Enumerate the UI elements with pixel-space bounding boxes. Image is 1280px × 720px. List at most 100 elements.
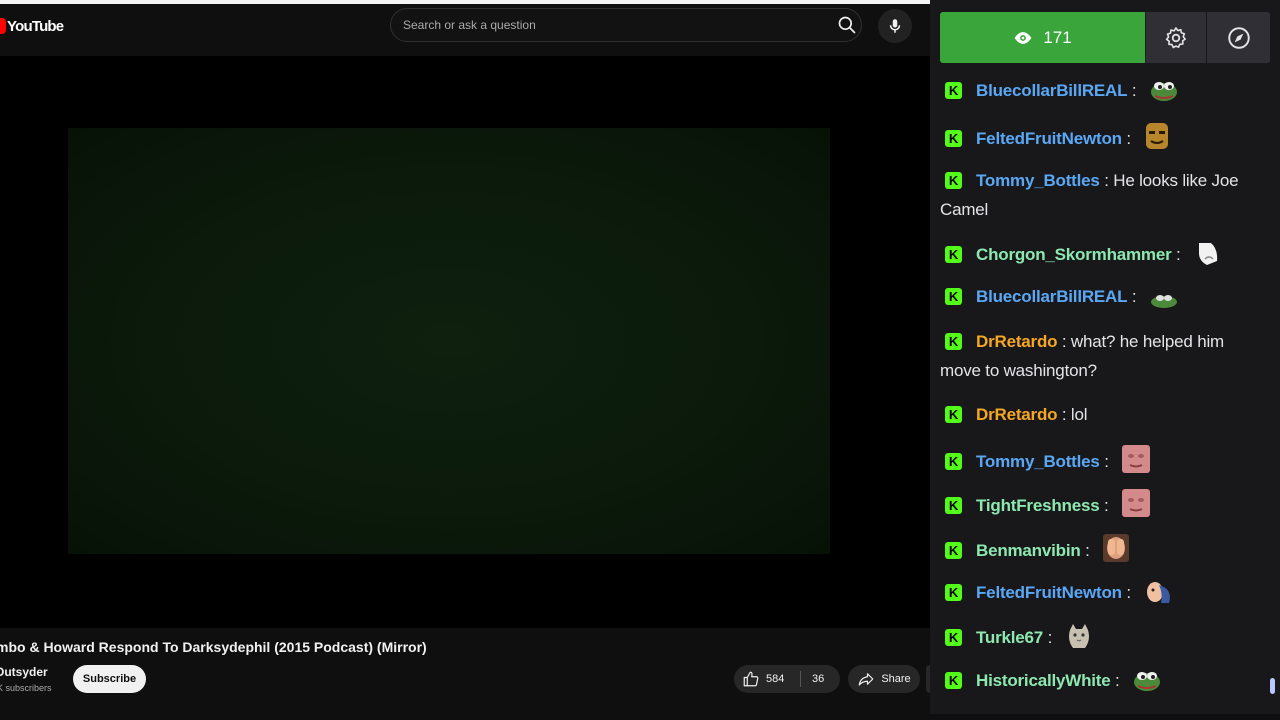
chat-username[interactable]: BluecollarBillREAL [976, 287, 1128, 306]
share-button[interactable]: Share [848, 665, 920, 693]
kick-badge-icon [945, 130, 962, 147]
channel-name[interactable]: Outsyder [0, 665, 48, 679]
pepe-frog-emote[interactable] [1132, 667, 1162, 702]
viewer-count-button[interactable]: 171 [940, 12, 1145, 63]
youtube-header: YouTube Search or ask a question [0, 4, 930, 56]
video-frame[interactable] [68, 128, 830, 554]
golden-mask-emote[interactable] [1143, 121, 1171, 160]
share-icon [858, 673, 874, 686]
chat-input-edge [930, 714, 1280, 720]
subscribe-button[interactable]: Subscribe [73, 665, 146, 693]
chat-separator: : [1121, 129, 1136, 148]
chat-username[interactable]: DrRetardo [976, 405, 1058, 424]
kick-badge-icon [945, 584, 962, 601]
search-icon [838, 16, 856, 34]
kick-badge-icon [945, 497, 962, 514]
chat-separator: : [1099, 452, 1114, 471]
dislike-button[interactable]: 36 [812, 665, 824, 693]
chat-header: 171 [930, 0, 1280, 74]
chat-separator: : [1099, 496, 1114, 515]
eye-icon [1014, 31, 1032, 44]
screen: YouTube Search or ask a question mbo & H… [0, 0, 1280, 720]
video-player[interactable] [0, 56, 930, 628]
cat-emote[interactable] [1065, 622, 1093, 659]
share-label: Share [881, 673, 911, 685]
chat-message: Chorgon_Skormhammer : [940, 239, 1262, 276]
thumbs-up-icon [743, 671, 759, 687]
kick-badge-icon [945, 629, 962, 646]
chat-message-list[interactable]: BluecollarBillREAL : FeltedFruitNewton :… [930, 74, 1280, 714]
video-title: mbo & Howard Respond To Darksydephil (20… [0, 639, 427, 655]
chat-scrollbar[interactable] [1270, 678, 1275, 694]
viewer-count: 171 [1043, 27, 1072, 47]
chat-separator: : [1057, 405, 1071, 424]
chat-username[interactable]: Tommy_Bottles [976, 452, 1100, 471]
chat-username[interactable]: BluecollarBillREAL [976, 81, 1128, 100]
chat-separator: : [1080, 541, 1095, 560]
search-button[interactable] [832, 10, 862, 40]
kick-badge-icon [945, 288, 962, 305]
pepe-frog-emote[interactable] [1149, 77, 1179, 112]
chat-username[interactable]: FeltedFruitNewton [976, 129, 1122, 148]
chat-message: FeltedFruitNewton : [940, 121, 1262, 160]
kick-badge-icon [945, 406, 962, 423]
chat-separator: : [1057, 332, 1071, 351]
dislike-count: 36 [812, 673, 825, 685]
chat-message: Tommy_Bottles : He looks like Joe Camel [940, 166, 1262, 224]
like-dislike-group: 584 36 [734, 665, 840, 693]
chat-username[interactable]: TightFreshness [976, 496, 1100, 515]
search-input[interactable]: Search or ask a question [403, 18, 536, 32]
white-hand-emote[interactable] [1193, 239, 1221, 276]
chat-separator: : [1099, 171, 1114, 190]
kick-badge-icon [945, 333, 962, 350]
popout-chat-button[interactable] [1207, 12, 1270, 63]
chat-separator: : [1171, 245, 1186, 264]
youtube-page: YouTube Search or ask a question mbo & H… [0, 0, 930, 720]
chat-username[interactable]: HistoricallyWhite [976, 671, 1111, 690]
chat-message: DrRetardo : what? he helped him move to … [940, 327, 1262, 385]
search-box[interactable]: Search or ask a question [390, 8, 862, 42]
video-metadata: mbo & Howard Respond To Darksydephil (20… [0, 628, 930, 720]
kick-badge-icon [945, 453, 962, 470]
kick-badge-icon [945, 246, 962, 263]
youtube-play-icon [0, 18, 6, 34]
kick-badge-icon [945, 672, 962, 689]
chat-username[interactable]: Chorgon_Skormhammer [976, 245, 1172, 264]
face-palm-emote[interactable] [1102, 533, 1130, 572]
hand-face-emote[interactable] [1143, 579, 1177, 614]
chat-message: BluecollarBillREAL : [940, 282, 1262, 318]
chat-message: TightFreshness : [940, 488, 1262, 527]
chat-message: HistoricallyWhite : [940, 666, 1262, 702]
chat-separator: : [1110, 671, 1125, 690]
chat-username[interactable]: DrRetardo [976, 332, 1058, 351]
kick-badge-icon [945, 82, 962, 99]
youtube-logo[interactable]: YouTube [0, 17, 64, 35]
chat-separator: : [1127, 81, 1141, 100]
kick-badge-icon [945, 172, 962, 189]
chat-separator: : [1121, 583, 1136, 602]
chat-message: BluecollarBillREAL : [940, 76, 1262, 112]
chat-separator: : [1043, 628, 1057, 647]
youtube-logo-text: YouTube [7, 17, 64, 35]
chat-message: FeltedFruitNewton : [940, 578, 1262, 614]
pepe-small-emote[interactable] [1149, 289, 1179, 318]
chat-message: Turkle67 : [940, 622, 1262, 659]
chat-username[interactable]: Benmanvibin [976, 541, 1081, 560]
gear-icon [1165, 26, 1186, 48]
chat-username[interactable]: Turkle67 [976, 628, 1043, 647]
like-count: 584 [766, 673, 785, 685]
chat-username[interactable]: Tommy_Bottles [976, 171, 1100, 190]
chat-separator: : [1127, 287, 1141, 306]
pink-face-emote[interactable] [1121, 488, 1151, 527]
like-button[interactable]: 584 [742, 665, 784, 693]
chat-settings-button[interactable] [1145, 12, 1206, 63]
chat-message: DrRetardo : lol [940, 400, 1262, 429]
voice-search-button[interactable] [878, 9, 912, 43]
like-divider [800, 671, 801, 687]
chat-message: Benmanvibin : [940, 533, 1262, 572]
compass-icon [1227, 26, 1250, 49]
chat-username[interactable]: FeltedFruitNewton [976, 583, 1122, 602]
pink-face-emote[interactable] [1121, 444, 1151, 483]
chat-message-text: lol [1070, 405, 1088, 424]
chat-message: Tommy_Bottles : [940, 444, 1262, 483]
